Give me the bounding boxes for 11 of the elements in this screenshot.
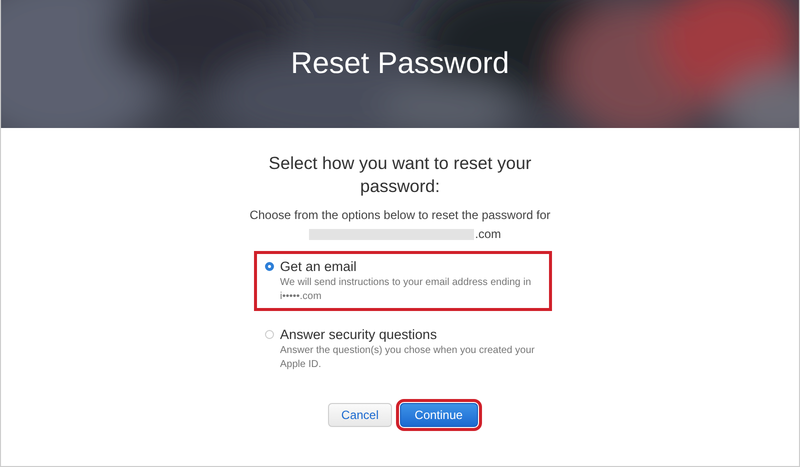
account-suffix: .com	[474, 227, 501, 241]
option-label[interactable]: Get an email	[280, 259, 357, 274]
page-title: Reset Password	[290, 47, 510, 81]
radio-button[interactable]	[265, 330, 274, 339]
option-description: We will send instructions to your email address ending in i•••••.com	[280, 276, 532, 304]
option-description: Answer the question(s) you chose when you created your Apple ID.	[280, 344, 536, 372]
heading: Select how you want to reset your password:	[268, 152, 532, 198]
option-label[interactable]: Answer security questions	[280, 327, 437, 342]
instructions-text: Choose from the options below to reset the password for	[250, 208, 550, 222]
radio-button[interactable]	[265, 262, 274, 271]
cancel-button[interactable]: Cancel	[328, 403, 392, 427]
